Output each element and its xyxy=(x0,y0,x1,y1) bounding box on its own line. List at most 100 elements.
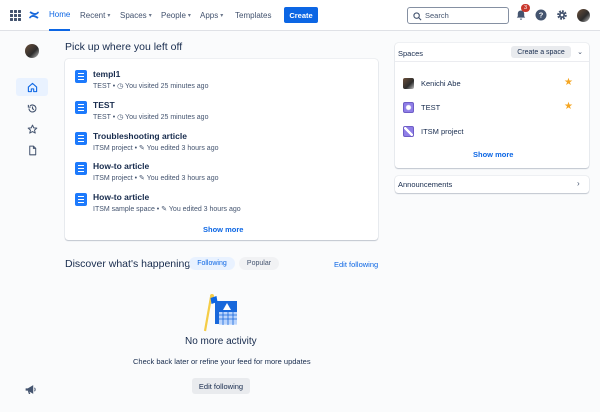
tab-popular[interactable]: Popular xyxy=(239,257,279,270)
starred-star-icon[interactable]: ★ xyxy=(564,78,573,88)
chevron-down-icon: ▾ xyxy=(148,13,152,19)
recent-item[interactable]: How-to article ITSM sample space • ✎ You… xyxy=(75,192,375,220)
starred-star-icon[interactable]: ★ xyxy=(564,102,573,112)
sidebar-drafts-button[interactable] xyxy=(16,141,48,159)
recent-item-space[interactable]: ITSM project xyxy=(93,145,133,152)
chevron-down-icon: ▾ xyxy=(220,13,224,19)
recent-item-space[interactable]: ITSM project xyxy=(93,175,133,182)
discover-section-title: Discover what's happening xyxy=(65,258,191,270)
top-navigation: Home Recent ▾ Spaces ▾ People ▾ Apps ▾ Templ… xyxy=(0,0,600,31)
space-item-label: Kenichi Abe xyxy=(421,78,461,88)
recent-item-meta: TEST • ◷ You visited 25 minutes ago xyxy=(93,114,209,121)
space-item-label: TEST xyxy=(421,102,441,112)
nav-spaces[interactable]: Spaces ▾ xyxy=(120,0,152,31)
recent-item-meta: ITSM project • ✎ You edited 3 hours ago xyxy=(93,175,219,182)
page-icon xyxy=(75,101,87,114)
recent-item-space[interactable]: TEST xyxy=(93,114,111,121)
recent-section-title: Pick up where you left off xyxy=(65,41,183,53)
recent-item-title[interactable]: Troubleshooting article xyxy=(93,131,187,141)
document-icon xyxy=(28,145,36,155)
nav-home[interactable]: Home xyxy=(49,0,71,31)
space-item-label: ITSM project xyxy=(421,126,464,136)
create-space-button[interactable]: Create a space xyxy=(511,46,571,58)
space-item-kenichi-abe[interactable]: Kenichi Abe ★ xyxy=(403,76,581,90)
user-avatar[interactable] xyxy=(577,9,590,22)
recent-show-more-link[interactable]: Show more xyxy=(203,225,243,234)
tab-following[interactable]: Following xyxy=(189,257,235,270)
space-avatar xyxy=(403,101,414,113)
recent-item-title[interactable]: TEST xyxy=(93,100,115,110)
notification-count-badge: 3 xyxy=(521,4,530,12)
spaces-divider xyxy=(395,61,589,62)
announcements-card[interactable]: Announcements › xyxy=(395,176,589,193)
recent-item-title[interactable]: How-to article xyxy=(93,161,149,171)
recent-item-action: You edited 3 hours ago xyxy=(146,175,219,182)
edit-following-link[interactable]: Edit following xyxy=(334,260,378,269)
recent-item-meta: ITSM project • ✎ You edited 3 hours ago xyxy=(93,145,219,152)
recent-item-meta: ITSM sample space • ✎ You edited 3 hours… xyxy=(93,206,241,213)
sidebar-home-button[interactable] xyxy=(16,78,48,96)
left-sidebar xyxy=(0,31,63,412)
space-item-test[interactable]: TEST ★ xyxy=(403,100,581,114)
spaces-show-more-link[interactable]: Show more xyxy=(473,150,513,159)
page-icon xyxy=(75,70,87,83)
space-avatar xyxy=(403,77,414,89)
create-button[interactable]: Create xyxy=(284,7,318,23)
empty-edit-following-button[interactable]: Edit following xyxy=(192,378,250,394)
space-item-itsm-project[interactable]: ITSM project xyxy=(403,124,581,138)
sidebar-user-avatar[interactable] xyxy=(25,44,39,58)
page-icon xyxy=(75,162,87,175)
app-switcher-icon[interactable] xyxy=(10,10,21,21)
clock-icon: ◷ xyxy=(117,83,124,90)
spaces-title: Spaces xyxy=(398,49,424,58)
recent-item-action: You edited 3 hours ago xyxy=(168,206,241,213)
recent-item-space[interactable]: TEST xyxy=(93,83,111,90)
help-icon[interactable]: ? xyxy=(535,9,547,21)
recent-item-title[interactable]: templ1 xyxy=(93,69,120,79)
pencil-icon: ✎ xyxy=(139,175,145,182)
spaces-card: Spaces Create a space ⌄ Kenichi Abe ★ TE… xyxy=(395,43,589,168)
nav-home-label: Home xyxy=(49,10,71,19)
recent-item-action: You edited 3 hours ago xyxy=(146,145,219,152)
recent-item[interactable]: Troubleshooting article ITSM project • ✎… xyxy=(75,131,375,159)
nav-people-label: People xyxy=(161,11,186,20)
pencil-icon: ✎ xyxy=(161,206,168,213)
recent-pages-card: templ1 TEST • ◷ You visited 25 minutes a… xyxy=(65,59,378,240)
nav-templates-label: Templates xyxy=(235,11,272,20)
empty-state-title: No more activity xyxy=(185,336,257,347)
recent-item-space[interactable]: ITSM sample space xyxy=(93,206,155,213)
page-icon xyxy=(75,132,87,145)
sidebar-starred-button[interactable] xyxy=(16,120,48,138)
settings-gear-icon[interactable] xyxy=(556,9,568,21)
home-icon xyxy=(27,82,37,92)
pencil-icon: ✎ xyxy=(139,145,145,152)
nav-templates[interactable]: Templates xyxy=(235,0,271,31)
megaphone-icon xyxy=(25,385,36,395)
recent-item[interactable]: TEST TEST • ◷ You visited 25 minutes ago xyxy=(75,100,375,128)
sidebar-feedback-button[interactable] xyxy=(24,383,40,399)
search-placeholder: Search xyxy=(425,11,449,20)
recent-item-title[interactable]: How-to article xyxy=(93,192,149,202)
svg-text:?: ? xyxy=(539,11,544,20)
page-icon xyxy=(75,193,87,206)
recent-item-meta: TEST • ◷ You visited 25 minutes ago xyxy=(93,83,209,90)
history-icon xyxy=(27,103,36,112)
space-avatar xyxy=(403,125,414,137)
search-input[interactable]: Search xyxy=(407,7,509,24)
confluence-logo-icon[interactable] xyxy=(28,9,40,21)
recent-item-action: You visited 25 minutes ago xyxy=(125,83,209,90)
chevron-down-icon: ▾ xyxy=(107,13,111,19)
announcements-title: Announcements xyxy=(398,180,453,189)
chevron-down-icon[interactable]: ⌄ xyxy=(575,46,585,58)
nav-spaces-label: Spaces xyxy=(120,11,147,20)
nav-apps[interactable]: Apps ▾ xyxy=(200,0,223,31)
no-activity-illustration-icon xyxy=(203,294,237,332)
empty-state-text: Check back later or refine your feed for… xyxy=(133,357,311,366)
nav-people[interactable]: People ▾ xyxy=(161,0,191,31)
chevron-right-icon: › xyxy=(577,179,580,188)
recent-item[interactable]: How-to article ITSM project • ✎ You edit… xyxy=(75,161,375,189)
nav-recent[interactable]: Recent ▾ xyxy=(80,0,110,31)
sidebar-recent-button[interactable] xyxy=(16,99,48,117)
search-icon xyxy=(413,12,422,21)
recent-item[interactable]: templ1 TEST • ◷ You visited 25 minutes a… xyxy=(75,69,375,97)
